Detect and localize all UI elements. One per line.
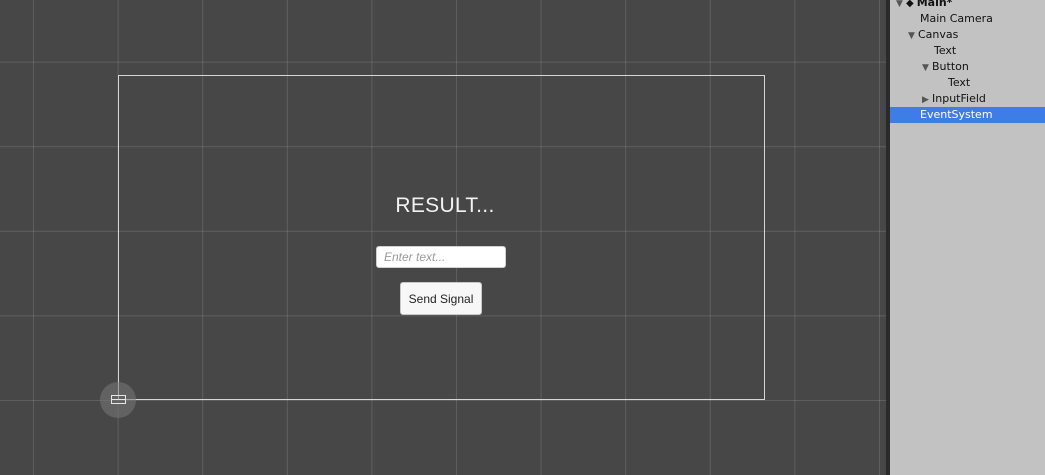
canvas-bounds xyxy=(118,75,765,400)
input-placeholder: Enter text... xyxy=(384,250,446,264)
hierarchy-panel: ▼ ◆ Main* Main Camera ▼ Canvas Text ▼ Button… xyxy=(890,0,1045,475)
expand-arrow-icon[interactable]: ▼ xyxy=(908,28,918,44)
rect-tool-icon xyxy=(111,395,126,404)
hierarchy-item-label: Button xyxy=(932,60,969,73)
hierarchy-item-label: InputField xyxy=(932,92,986,105)
hierarchy-item-label: Text xyxy=(934,44,957,57)
scene-view[interactable]: RESULT... Enter text... Send Signal xyxy=(0,0,886,475)
expand-arrow-icon[interactable]: ▼ xyxy=(922,60,932,76)
hierarchy-item-label: EventSystem xyxy=(920,108,993,121)
collapse-arrow-icon[interactable]: ▶ xyxy=(922,92,932,108)
hierarchy-item-label: Text xyxy=(948,76,971,89)
hierarchy-item-label: Main Camera xyxy=(920,12,993,25)
hierarchy-item-text[interactable]: Text xyxy=(890,43,1045,59)
hierarchy-scene-root[interactable]: ▼ ◆ Main* xyxy=(890,0,1045,11)
hierarchy-item-button-text[interactable]: Text xyxy=(890,75,1045,91)
input-field[interactable]: Enter text... xyxy=(376,246,506,268)
scene-name: Main* xyxy=(916,0,953,9)
hierarchy-item-button[interactable]: ▼ Button xyxy=(890,59,1045,75)
hierarchy-item-eventsystem[interactable]: EventSystem xyxy=(890,107,1045,123)
result-text[interactable]: RESULT... xyxy=(340,194,550,218)
unity-editor: RESULT... Enter text... Send Signal ▼ ◆ Ma… xyxy=(0,0,1045,475)
hierarchy-item-canvas[interactable]: ▼ Canvas xyxy=(890,27,1045,43)
hierarchy-item-main-camera[interactable]: Main Camera xyxy=(890,11,1045,27)
send-signal-button[interactable]: Send Signal xyxy=(400,282,482,315)
hierarchy-item-label: Canvas xyxy=(918,28,959,41)
hierarchy-item-inputfield[interactable]: ▶ InputField xyxy=(890,91,1045,107)
